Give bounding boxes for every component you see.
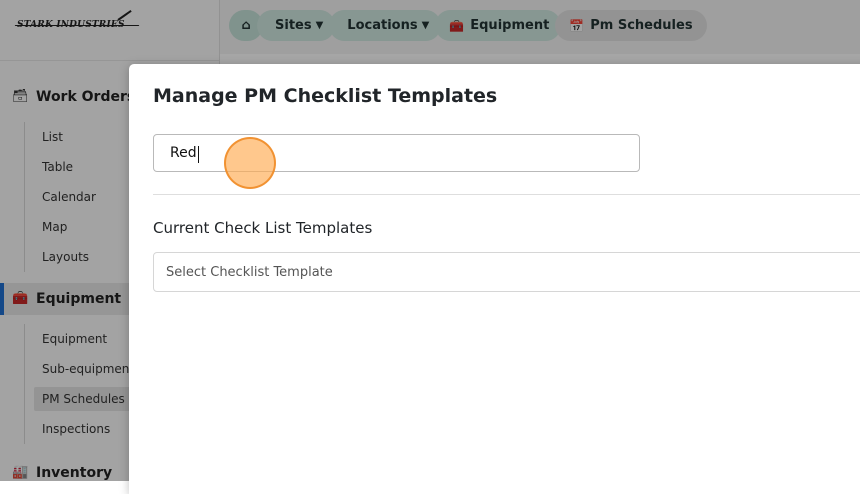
text-cursor (198, 146, 199, 163)
click-marker (224, 137, 276, 189)
modal-title: Manage PM Checklist Templates (153, 85, 498, 107)
select-placeholder: Select Checklist Template (166, 264, 333, 280)
divider (153, 194, 860, 195)
current-templates-label: Current Check List Templates (153, 219, 373, 237)
checklist-template-select[interactable]: Select Checklist Template (153, 252, 860, 292)
manage-checklist-modal: Manage PM Checklist Templates Current Ch… (129, 64, 860, 494)
